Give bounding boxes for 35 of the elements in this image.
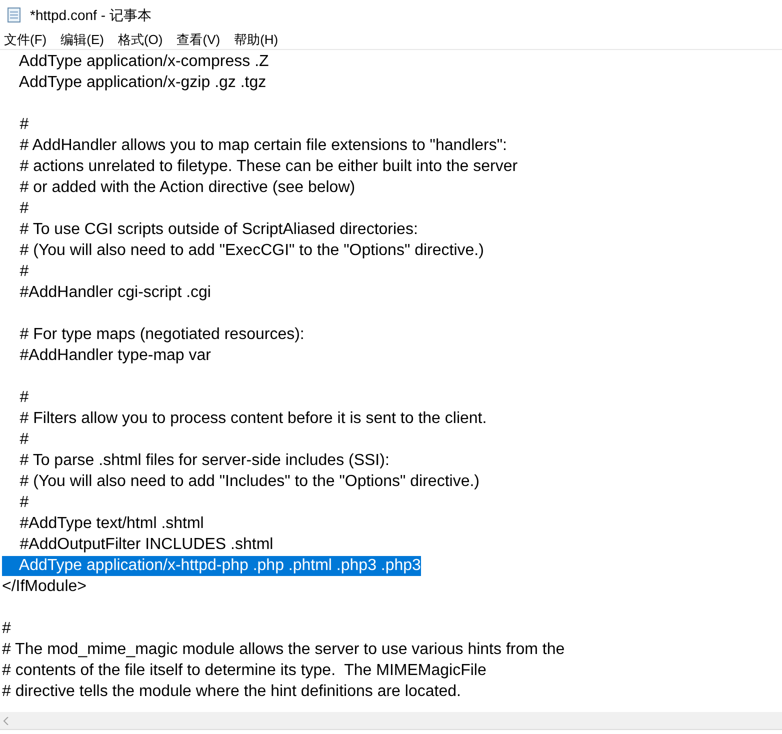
text-line: # The mod_mime_magic module allows the server to use various hints from the [2,640,565,660]
text-line: # directive tells the module where the hint definitions are located. [2,682,461,702]
text-line: # For type maps (negotiated resources): [18,324,304,344]
text-line: # To parse .shtml files for server-side includes (SSI): [18,450,390,470]
text-line: # [18,388,29,408]
text-line: # Filters allow you to process content before it is sent to the client. [18,408,487,428]
horizontal-scrollbar[interactable] [0,712,782,730]
menu-item[interactable]: 查看(V) [176,33,220,46]
text-line: #AddType text/html .shtml [18,514,204,534]
text-line: # To use CGI scripts outside of ScriptAliased directories: [18,220,418,240]
menu-item[interactable]: 帮助(H) [234,33,278,46]
text-line: # [18,430,29,450]
text-line: # (You will also need to add "ExecCGI" to the "Options" directive.) [18,240,484,260]
text-line: </IfModule> [2,576,86,596]
text-line: # [18,114,29,134]
text-line: AddType application/x-gzip .gz .tgz [18,72,266,92]
window-title: *httpd.conf - 记事本 [30,6,152,25]
text-line: #AddOutputFilter INCLUDES .shtml [18,534,274,554]
menu-item[interactable]: 文件(F) [4,33,47,46]
text-line: # (You will also need to add "Includes" to the "Options" directive.) [18,472,480,492]
scroll-left-icon[interactable] [3,716,9,724]
text-line: # [18,492,29,512]
text-line: # actions unrelated to filetype. These can be either built into the server [18,156,518,176]
text-line: # [2,618,11,638]
text-line: AddType application/x-compress .Z [18,52,269,72]
menu-item[interactable]: 格式(O) [118,33,163,46]
text-line: # [18,198,29,218]
text-line: #AddHandler type-map var [18,346,211,366]
text-line: # [18,262,29,282]
text-line: # contents of the file itself to determine its type. The MIMEMagicFile [2,660,486,680]
text-line: # AddHandler allows you to map certain file extensions to "handlers": [18,136,507,156]
notepad-icon [6,7,22,23]
text-line: # or added with the Action directive (see below) [18,178,356,198]
menu-item[interactable]: 编辑(E) [60,33,104,46]
text-line: #AddHandler cgi-script .cgi [18,282,211,302]
